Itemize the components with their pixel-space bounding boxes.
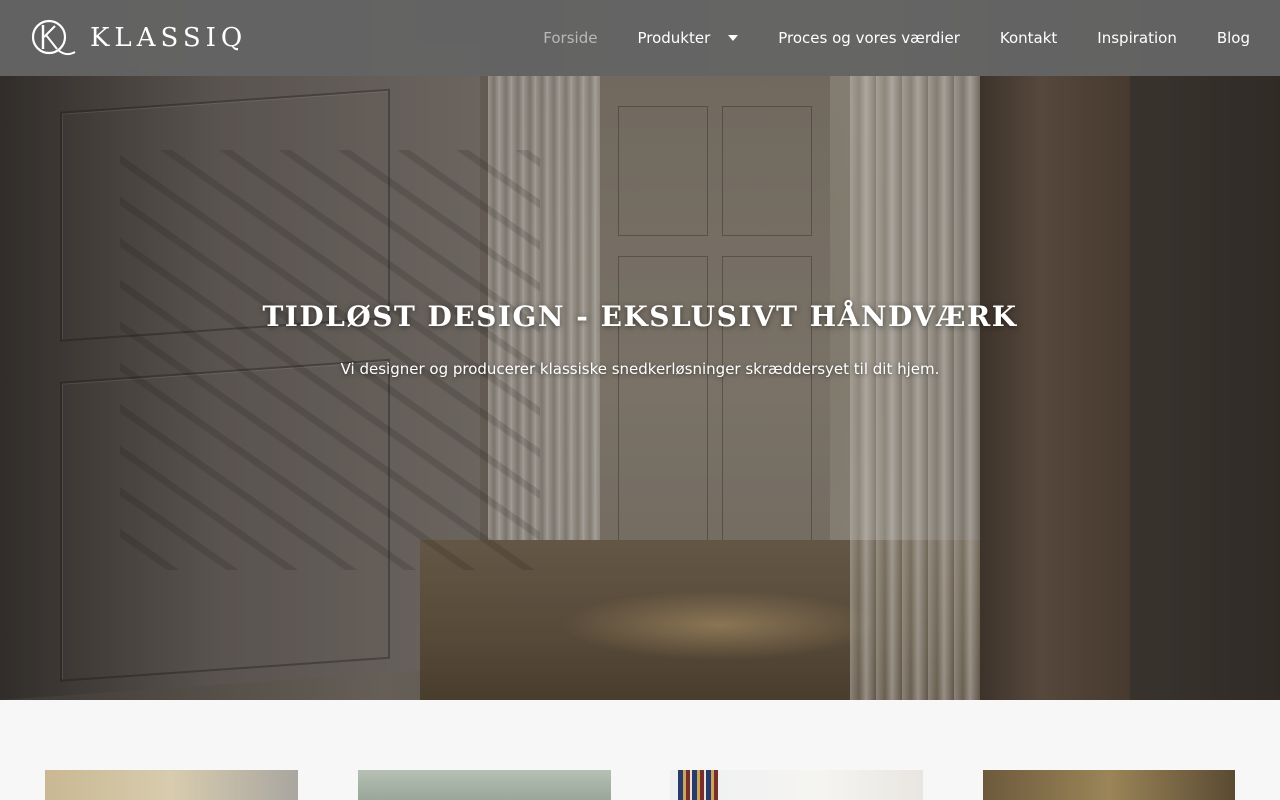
nav-item-inspiration[interactable]: Inspiration xyxy=(1097,29,1177,47)
caret-down-icon[interactable] xyxy=(728,35,739,41)
hero-banner: TIDLØST DESIGN - EKSLUSIVT HÅNDVÆRK Vi d… xyxy=(0,0,1280,700)
site-logo[interactable]: KLASSIQ xyxy=(30,18,247,58)
product-card-image[interactable] xyxy=(358,770,611,800)
hero-title: TIDLØST DESIGN - EKSLUSIVT HÅNDVÆRK xyxy=(262,300,1018,333)
product-cards-section xyxy=(0,700,1280,800)
hero-subtitle: Vi designer og producerer klassiske sned… xyxy=(340,360,940,378)
nav-item-kontakt[interactable]: Kontakt xyxy=(1000,29,1057,47)
nav-item-proces[interactable]: Proces og vores værdier xyxy=(778,29,960,47)
product-card-image[interactable] xyxy=(45,770,298,800)
main-nav: Forside Produkter Proces og vores værdie… xyxy=(503,0,1250,76)
nav-item-blog[interactable]: Blog xyxy=(1217,29,1250,47)
brand-name: KLASSIQ xyxy=(90,23,248,53)
kq-monogram-icon xyxy=(31,19,76,56)
nav-item-forside[interactable]: Forside xyxy=(543,29,597,47)
product-card-image[interactable] xyxy=(983,770,1235,800)
product-card-image[interactable] xyxy=(670,770,923,800)
nav-item-produkter[interactable]: Produkter xyxy=(637,29,739,47)
nav-item-label: Produkter xyxy=(637,29,711,47)
site-header: KLASSIQ Forside Produkter Proces og vore… xyxy=(0,0,1280,76)
